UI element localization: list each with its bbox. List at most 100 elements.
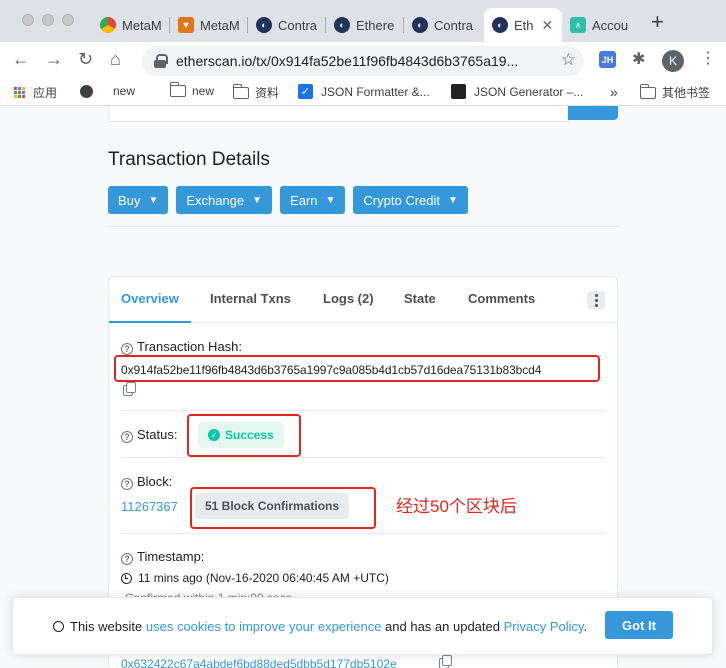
earn-button[interactable]: Earn ▼ bbox=[280, 186, 346, 214]
cookie-icon bbox=[53, 621, 64, 632]
bookmark-label: 其他书签 bbox=[662, 86, 711, 100]
tab-logs[interactable]: Logs (2) bbox=[323, 291, 374, 306]
tab-label: Ethere bbox=[356, 17, 395, 33]
divider bbox=[121, 410, 605, 411]
timestamp-value: 11 mins ago (Nov-16-2020 06:40:45 AM +UT… bbox=[138, 571, 389, 585]
other-bookmarks[interactable]: 其他书签 bbox=[639, 83, 711, 101]
browser-tab-1[interactable]: MetaM bbox=[92, 8, 170, 42]
timestamp-row: 11 mins ago (Nov-16-2020 06:40:45 AM +UT… bbox=[121, 571, 389, 585]
folder-icon bbox=[169, 82, 186, 97]
bookmark-folder-resources[interactable]: 资料 bbox=[232, 83, 279, 101]
chevron-down-icon: ▼ bbox=[325, 194, 336, 206]
browser-tab-7[interactable]: ∧ Accou bbox=[562, 8, 642, 42]
divider bbox=[121, 457, 605, 458]
tab-label: Accou bbox=[592, 17, 629, 33]
tab-label: Contra bbox=[278, 17, 318, 33]
folder-icon bbox=[232, 83, 249, 99]
hash-label-row: ? Transaction Hash: bbox=[121, 339, 242, 355]
profile-avatar[interactable]: K bbox=[662, 50, 684, 72]
tab-state[interactable]: State bbox=[404, 291, 436, 306]
hash-label: Transaction Hash: bbox=[137, 339, 243, 354]
got-it-button[interactable]: Got It bbox=[605, 611, 673, 639]
divider bbox=[121, 533, 605, 534]
browser-tab-2[interactable]: ▼ MetaM bbox=[170, 8, 248, 42]
bookmark-json-generator[interactable]: JSON Generator –... bbox=[451, 84, 583, 99]
block-number-link[interactable]: 11267367 bbox=[121, 499, 178, 514]
browser-toolbar: ← → ↻ ⌂ etherscan.io/tx/0x914fa52be11f96… bbox=[0, 42, 726, 78]
crypto-credit-button[interactable]: Crypto Credit ▼ bbox=[353, 186, 468, 214]
address-bar[interactable]: etherscan.io/tx/0x914fa52be11f96fb4843d6… bbox=[142, 46, 584, 76]
window-minimize-button[interactable] bbox=[42, 14, 54, 26]
etherscan-icon: ◐ bbox=[412, 17, 428, 33]
tab-close-icon[interactable]: ✕ bbox=[542, 17, 554, 34]
cookie-policy-link[interactable]: uses cookies to improve your experience bbox=[146, 619, 382, 634]
etherscan-icon: ◐ bbox=[256, 17, 272, 33]
window-close-button[interactable] bbox=[22, 14, 34, 26]
bookmark-label: new bbox=[192, 84, 215, 98]
bookmark-label: JSON Generator –... bbox=[474, 84, 584, 99]
tab-internal-txns[interactable]: Internal Txns bbox=[210, 291, 291, 306]
etherscan-page: Transaction Details Buy ▼ Exchange ▼ Earn ▼… bbox=[0, 106, 726, 668]
folder-icon bbox=[639, 83, 656, 99]
copy-icon[interactable] bbox=[123, 382, 136, 396]
new-tab-button[interactable]: + bbox=[651, 11, 664, 33]
help-icon: ? bbox=[121, 478, 133, 490]
divider bbox=[108, 226, 618, 227]
bookmark-json-formatter[interactable]: ✓ JSON Formatter &... bbox=[298, 84, 430, 99]
status-label: Status: bbox=[137, 427, 178, 442]
buy-button[interactable]: Buy ▼ bbox=[108, 186, 169, 214]
cookie-text-part: and has an updated bbox=[381, 619, 504, 634]
bookmark-folder-new[interactable]: new bbox=[169, 82, 215, 98]
reload-icon[interactable]: ↻ bbox=[78, 49, 93, 69]
search-input[interactable] bbox=[108, 106, 570, 122]
bookmark-apps[interactable]: 应用 bbox=[14, 84, 57, 101]
bookmark-new-globe[interactable]: new bbox=[80, 84, 135, 98]
browser-tab-3[interactable]: ◐ Contra bbox=[248, 8, 326, 42]
cookie-text: This website uses cookies to improve you… bbox=[53, 619, 587, 634]
browser-tab-4[interactable]: ◐ Ethere bbox=[326, 8, 404, 42]
window-maximize-button[interactable] bbox=[62, 14, 74, 26]
help-icon: ? bbox=[121, 553, 133, 565]
browser-tab-bar: MetaM ▼ MetaM ◐ Contra ◐ Ethere ◐ Contra… bbox=[0, 0, 726, 42]
chevron-down-icon: ▼ bbox=[448, 194, 458, 206]
checkbox-icon: ✓ bbox=[298, 84, 313, 99]
copy-icon[interactable] bbox=[439, 655, 452, 668]
status-label-row: ? Status: bbox=[121, 427, 177, 443]
block-label-row: ? Block: bbox=[121, 474, 172, 490]
bookmark-label: 应用 bbox=[33, 86, 58, 100]
timestamp-label: Timestamp: bbox=[137, 549, 205, 564]
browser-tab-active[interactable]: ◐ Eth ✕ bbox=[484, 8, 562, 42]
tab-overview[interactable]: Overview bbox=[121, 291, 179, 306]
cookie-banner: This website uses cookies to improve you… bbox=[12, 597, 713, 655]
button-label: Crypto Credit bbox=[363, 192, 440, 208]
button-label: Earn bbox=[290, 192, 318, 208]
bookmark-label: JSON Formatter &... bbox=[321, 84, 430, 99]
home-icon[interactable]: ⌂ bbox=[110, 49, 121, 69]
tab-comments[interactable]: Comments bbox=[468, 291, 535, 306]
extensions-puzzle-icon[interactable]: ✱ bbox=[632, 49, 645, 69]
etherscan-icon: ◐ bbox=[492, 17, 508, 33]
extension-jh-icon[interactable]: JH bbox=[599, 51, 616, 68]
button-label: Buy bbox=[118, 192, 141, 208]
app-icon: ∧ bbox=[570, 17, 586, 33]
page-title: Transaction Details bbox=[108, 149, 270, 170]
menu-kebab-icon[interactable]: ⋮ bbox=[700, 49, 716, 69]
forward-arrow-icon[interactable]: → bbox=[45, 49, 63, 69]
metamask-fox-icon: ▼ bbox=[178, 17, 194, 33]
chrome-icon bbox=[100, 17, 116, 33]
privacy-policy-link[interactable]: Privacy Policy bbox=[504, 619, 584, 634]
cookie-text-part: . bbox=[583, 619, 588, 634]
partial-hash-link[interactable]: 0x632422c67a4abdef6bd88ded5dbb5d177db510… bbox=[121, 657, 397, 668]
browser-tab-5[interactable]: ◐ Contra bbox=[404, 8, 482, 42]
etherscan-icon: ◐ bbox=[334, 17, 350, 33]
more-options-icon[interactable] bbox=[587, 291, 605, 309]
search-button[interactable] bbox=[568, 106, 618, 120]
tab-label: Contra bbox=[434, 17, 474, 33]
active-tab-indicator bbox=[109, 321, 191, 323]
back-arrow-icon[interactable]: ← bbox=[12, 49, 30, 69]
exchange-button[interactable]: Exchange ▼ bbox=[176, 186, 273, 214]
tab-label: Eth bbox=[514, 17, 534, 33]
bookmarks-overflow-button[interactable]: » bbox=[610, 84, 618, 100]
apps-grid-icon bbox=[14, 87, 25, 98]
bookmark-star-icon[interactable]: ☆ bbox=[561, 50, 576, 70]
